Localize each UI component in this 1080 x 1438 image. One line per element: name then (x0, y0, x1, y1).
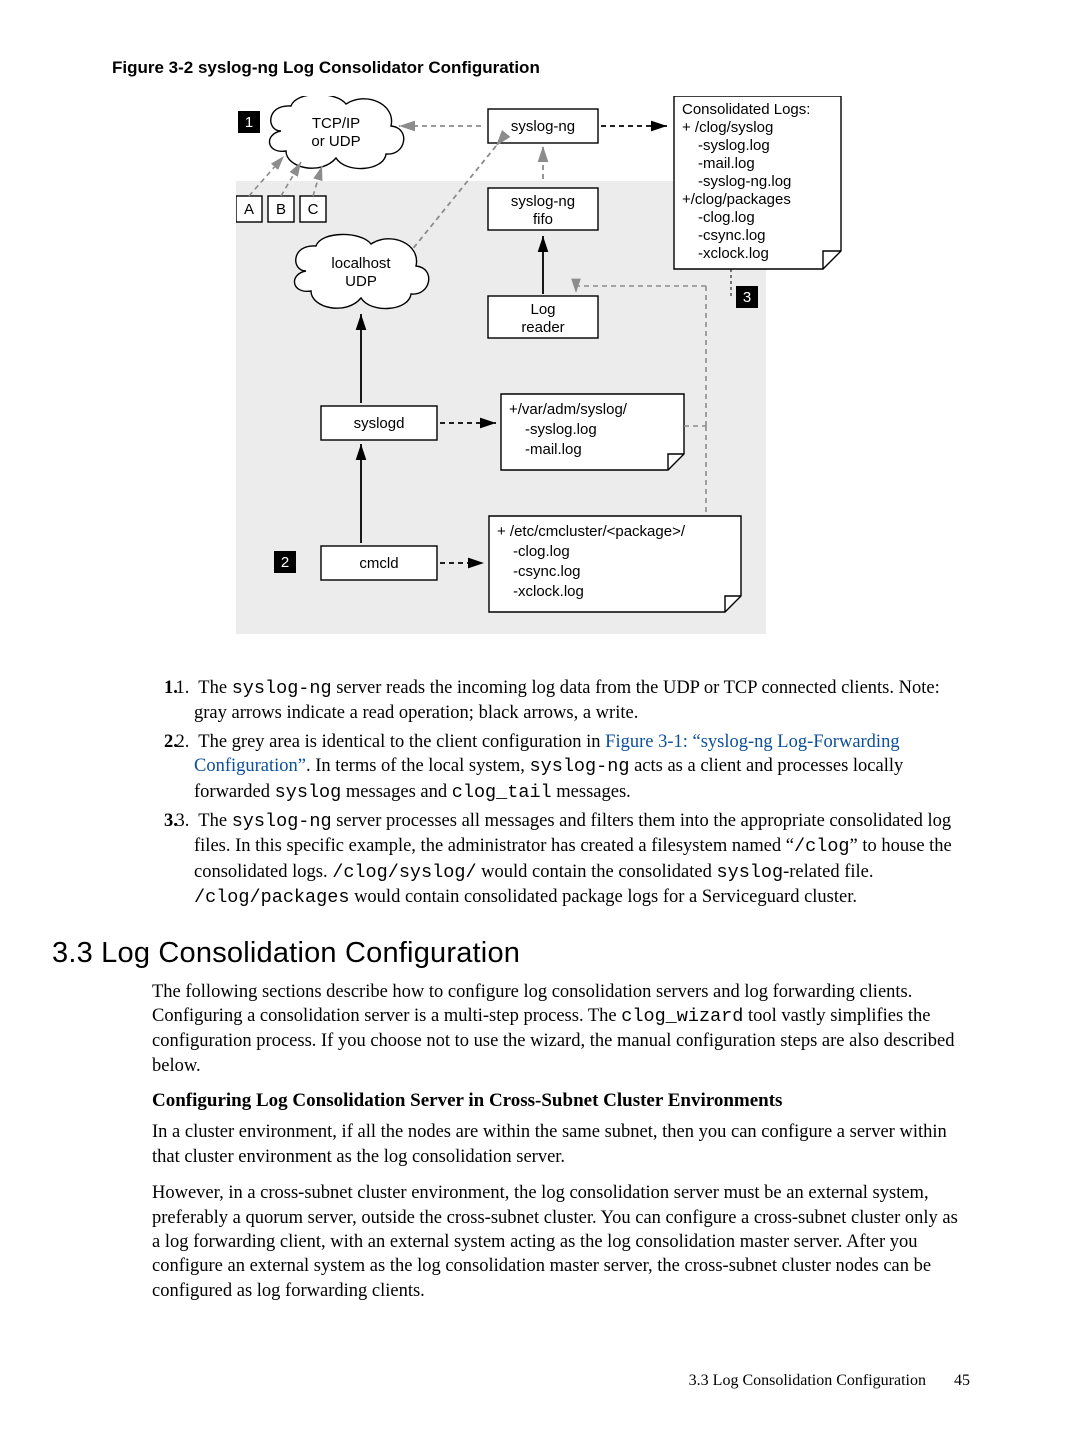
svg-text:+ /etc/cmcluster/<package>/: + /etc/cmcluster/<package>/ (497, 523, 686, 540)
svg-text:+ /clog/syslog: + /clog/syslog (682, 119, 773, 136)
badge-2: 2 (281, 554, 289, 571)
cloud-tcpip: TCP/IP or UDP (270, 96, 404, 169)
etc-cmcluster-note: + /etc/cmcluster/<package>/ -clog.log -c… (489, 516, 741, 612)
client-boxes: A B C (236, 196, 326, 222)
svg-text:Log: Log (530, 301, 555, 318)
svg-text:or UDP: or UDP (311, 133, 360, 150)
svg-text:TCP/IP: TCP/IP (312, 115, 360, 132)
var-adm-note: +/var/adm/syslog/ -syslog.log -mail.log (501, 394, 684, 470)
svg-text:+/var/adm/syslog/: +/var/adm/syslog/ (509, 401, 628, 418)
body-paragraph: The following sections describe how to c… (152, 980, 970, 1079)
svg-text:reader: reader (521, 319, 564, 336)
architecture-diagram: 1 TCP/IP or UDP A B C syslog-n (236, 96, 846, 636)
svg-text:-mail.log: -mail.log (525, 441, 582, 458)
svg-text:syslog-ng: syslog-ng (511, 193, 575, 210)
svg-text:syslogd: syslogd (354, 415, 405, 432)
svg-text:-syslog-ng.log: -syslog-ng.log (698, 173, 791, 190)
svg-text:-csync.log: -csync.log (513, 563, 581, 580)
page-number: 45 (954, 1372, 970, 1389)
subsection-heading: Configuring Log Consolidation Server in … (152, 1090, 970, 1112)
page-footer: 3.3 Log Consolidation Configuration 45 (689, 1372, 970, 1390)
svg-text:B: B (276, 201, 286, 218)
svg-text:-clog.log: -clog.log (698, 209, 755, 226)
cloud-localhost: localhost UDP (295, 234, 429, 308)
svg-text:UDP: UDP (345, 273, 377, 290)
badge-1: 1 (245, 114, 253, 131)
svg-text:localhost: localhost (331, 255, 391, 272)
svg-text:-syslog.log: -syslog.log (525, 421, 597, 438)
body-paragraph: In a cluster environment, if all the nod… (152, 1120, 970, 1169)
svg-text:Consolidated Logs:: Consolidated Logs: (682, 101, 810, 118)
document-page: Figure 3-2 syslog-ng Log Consolidator Co… (0, 0, 1080, 1438)
list-item: 1. The syslog-ng server reads the incomi… (194, 676, 970, 726)
badge-3: 3 (743, 289, 751, 306)
svg-text:cmcld: cmcld (359, 555, 398, 572)
svg-text:A: A (244, 201, 254, 218)
svg-text:-xclock.log: -xclock.log (698, 245, 769, 262)
svg-text:fifo: fifo (533, 211, 553, 228)
svg-text:syslog-ng: syslog-ng (511, 118, 575, 135)
section-title: 3.3 Log Consolidation Configuration (52, 937, 970, 970)
footer-section-label: 3.3 Log Consolidation Configuration (689, 1372, 926, 1389)
consolidated-logs-note: Consolidated Logs: + /clog/syslog -syslo… (674, 96, 841, 269)
svg-text:-csync.log: -csync.log (698, 227, 766, 244)
svg-text:-xclock.log: -xclock.log (513, 583, 584, 600)
svg-text:-mail.log: -mail.log (698, 155, 755, 172)
svg-text:-syslog.log: -syslog.log (698, 137, 770, 154)
body-paragraph: However, in a cross-subnet cluster envir… (152, 1181, 970, 1303)
list-item: 2. The grey area is identical to the cli… (194, 730, 970, 805)
figure-description-list: 1. The syslog-ng server reads the incomi… (152, 676, 970, 911)
svg-text:C: C (308, 201, 319, 218)
svg-text:-clog.log: -clog.log (513, 543, 570, 560)
figure-caption: Figure 3-2 syslog-ng Log Consolidator Co… (112, 58, 970, 78)
list-item: 3. The syslog-ng server processes all me… (194, 809, 970, 911)
svg-text:+/clog/packages: +/clog/packages (682, 191, 791, 208)
